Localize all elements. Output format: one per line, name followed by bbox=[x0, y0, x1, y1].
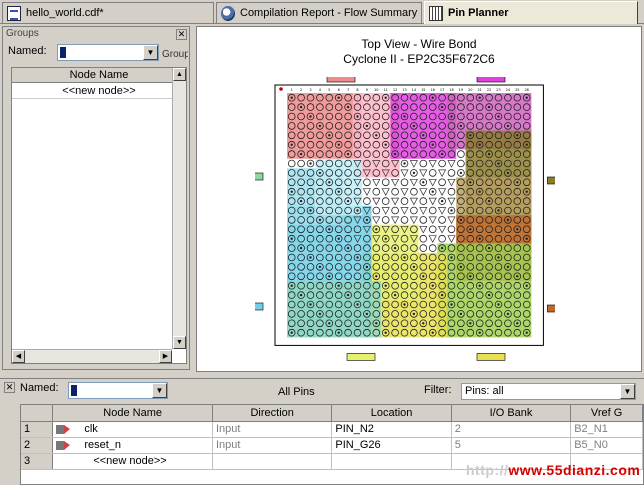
svg-text:1: 1 bbox=[291, 88, 293, 92]
horizontal-scrollbar[interactable]: ◀ ▶ bbox=[12, 349, 172, 363]
chevron-down-icon[interactable]: ▼ bbox=[152, 383, 167, 398]
pin-planner-icon bbox=[429, 5, 443, 21]
svg-text:18: 18 bbox=[449, 88, 453, 92]
svg-text:20: 20 bbox=[468, 88, 472, 92]
direction-cell[interactable] bbox=[212, 453, 333, 470]
package-top-view: Top View - Wire Bond Cyclone II - EP2C35… bbox=[196, 26, 642, 372]
svg-text:16: 16 bbox=[430, 88, 434, 92]
scroll-up-icon[interactable]: ▲ bbox=[173, 68, 186, 81]
svg-text:9: 9 bbox=[366, 88, 368, 92]
svg-text:10: 10 bbox=[374, 88, 378, 92]
groups-title: Groups bbox=[6, 28, 39, 39]
row-number: 1 bbox=[21, 421, 54, 438]
column-header[interactable]: Node Name bbox=[52, 405, 213, 422]
chevron-down-icon[interactable]: ▼ bbox=[620, 384, 635, 399]
document-tab-bar: hello_world.cdf* Compilation Report - Fl… bbox=[0, 0, 644, 24]
table-header-row: Node Name Direction Location I/O Bank Vr… bbox=[21, 405, 643, 422]
io-bank-cell[interactable]: 2 bbox=[451, 421, 572, 438]
new-node-row[interactable]: <<new node>> bbox=[12, 83, 186, 99]
scroll-down-icon[interactable]: ▼ bbox=[173, 336, 186, 349]
vertical-scrollbar[interactable]: ▲ ▼ bbox=[172, 68, 186, 349]
svg-text:21: 21 bbox=[477, 88, 481, 92]
row-number: 2 bbox=[21, 437, 54, 454]
new-node-cell[interactable]: <<new node>> bbox=[52, 453, 213, 470]
device-name: Cyclone II - EP2C35F672C6 bbox=[343, 52, 495, 66]
column-header[interactable]: Location bbox=[331, 405, 452, 422]
document-icon bbox=[7, 5, 21, 21]
svg-text:7: 7 bbox=[347, 88, 349, 92]
location-cell[interactable] bbox=[331, 453, 452, 470]
svg-text:13: 13 bbox=[402, 88, 406, 92]
groups-named-combo[interactable]: ▼ bbox=[57, 44, 159, 61]
pins-named-combo[interactable]: ▼ bbox=[68, 382, 168, 399]
location-cell[interactable]: PIN_N2 bbox=[331, 421, 452, 438]
svg-text:2: 2 bbox=[300, 88, 302, 92]
node-name-header[interactable]: Node Name bbox=[12, 68, 186, 83]
svg-text:12: 12 bbox=[393, 88, 397, 92]
close-icon[interactable]: ✕ bbox=[4, 382, 15, 393]
table-row[interactable]: 1 clk Input PIN_N2 2 B2_N1 bbox=[21, 421, 643, 438]
svg-text:15: 15 bbox=[421, 88, 425, 92]
scroll-left-icon[interactable]: ◀ bbox=[12, 350, 25, 363]
named-value bbox=[71, 385, 77, 396]
tab-label: Pin Planner bbox=[448, 7, 509, 19]
svg-text:25: 25 bbox=[515, 88, 519, 92]
report-icon bbox=[221, 5, 235, 21]
input-pin-icon bbox=[56, 440, 71, 450]
location-cell[interactable]: PIN_G26 bbox=[331, 437, 452, 454]
tab-pin-planner[interactable]: Pin Planner bbox=[424, 1, 638, 24]
groups-panel: Groups ✕ Named: ▼ Group Node Name <<new … bbox=[2, 26, 190, 370]
filter-label: Filter: bbox=[424, 384, 452, 396]
column-header[interactable]: I/O Bank bbox=[451, 405, 572, 422]
svg-text:11: 11 bbox=[383, 88, 387, 92]
named-value bbox=[60, 47, 66, 58]
svg-text:17: 17 bbox=[440, 88, 444, 92]
tab-hello-world[interactable]: hello_world.cdf* bbox=[2, 2, 214, 23]
named-label: Named: bbox=[20, 382, 59, 394]
table-row[interactable]: 2 reset_n Input PIN_G26 5 B5_N0 bbox=[21, 437, 643, 454]
svg-text:19: 19 bbox=[459, 88, 463, 92]
chevron-down-icon[interactable]: ▼ bbox=[143, 45, 158, 60]
named-label: Named: bbox=[8, 45, 47, 57]
svg-text:5: 5 bbox=[328, 88, 330, 92]
svg-text:8: 8 bbox=[356, 88, 358, 92]
vref-group-cell[interactable]: B2_N1 bbox=[570, 421, 643, 438]
close-icon[interactable]: ✕ bbox=[176, 29, 187, 40]
io-bank-cell[interactable]: 5 bbox=[451, 437, 572, 454]
svg-text:3: 3 bbox=[309, 88, 311, 92]
watermark: http://www.55dianzi.com bbox=[466, 462, 641, 478]
group-button[interactable]: Group bbox=[162, 47, 188, 62]
tab-compilation-report[interactable]: Compilation Report - Flow Summary bbox=[216, 2, 422, 23]
svg-text:23: 23 bbox=[496, 88, 500, 92]
vref-group-cell[interactable]: B5_N0 bbox=[570, 437, 643, 454]
svg-text:14: 14 bbox=[412, 88, 417, 92]
node-name-cell[interactable]: reset_n bbox=[52, 437, 213, 454]
node-name-cell[interactable]: clk bbox=[52, 421, 213, 438]
tab-label: hello_world.cdf* bbox=[26, 7, 104, 19]
package-view-title: Top View - Wire Bond bbox=[361, 37, 477, 51]
row-number: 3 bbox=[21, 453, 54, 470]
filter-combo[interactable]: Pins: all ▼ bbox=[461, 383, 636, 400]
direction-cell[interactable]: Input bbox=[212, 421, 333, 438]
scroll-right-icon[interactable]: ▶ bbox=[159, 350, 172, 363]
column-header[interactable]: Vref G bbox=[570, 405, 643, 422]
row-number-header bbox=[21, 405, 54, 422]
direction-cell[interactable]: Input bbox=[212, 437, 333, 454]
svg-text:26: 26 bbox=[524, 88, 528, 92]
groups-list: Node Name <<new node>> ▲ ▼ ◀ ▶ bbox=[11, 67, 187, 364]
input-pin-icon bbox=[56, 424, 71, 434]
column-header[interactable]: Direction bbox=[212, 405, 333, 422]
svg-text:6: 6 bbox=[338, 88, 340, 92]
pin-grid[interactable]: 1 2 3 4 5 6 7 8 9 10 11 12 13 14 15 16 17 18 19 20 21 22 23 24 2… bbox=[255, 77, 555, 367]
svg-text:24: 24 bbox=[506, 88, 511, 92]
filter-value: Pins: all bbox=[465, 385, 504, 397]
all-pins-title: All Pins bbox=[278, 386, 315, 398]
svg-text:22: 22 bbox=[487, 88, 491, 92]
tab-label: Compilation Report - Flow Summary bbox=[240, 7, 418, 19]
